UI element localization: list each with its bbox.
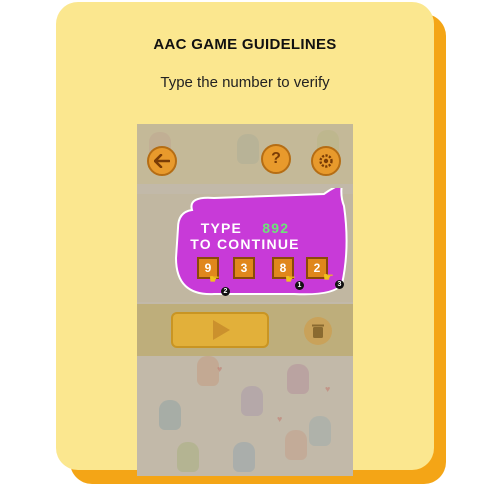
- dim-overlay: [137, 124, 353, 476]
- card-title: AAC GAME GUIDELINES: [153, 36, 337, 53]
- game-screenshot: ♥ ♥ ♥ ? TYPE 892 TO CONTINUE 9 3 8 2 ☛ 2: [137, 124, 353, 476]
- key-3[interactable]: 3: [233, 257, 255, 279]
- card-subtitle: Type the number to verify: [160, 74, 330, 91]
- hand-pointer-icon: ☛: [323, 270, 334, 284]
- step-badge: 1: [295, 281, 304, 290]
- trash-button[interactable]: [304, 317, 332, 345]
- settings-button[interactable]: [311, 146, 341, 176]
- prompt-type-word: TYPE: [200, 220, 243, 236]
- play-icon: [213, 320, 230, 340]
- prompt-line-1: TYPE 892: [137, 220, 353, 236]
- play-button[interactable]: [171, 312, 269, 348]
- step-badge: 2: [221, 287, 230, 296]
- back-button[interactable]: [147, 146, 177, 176]
- question-mark-icon: ?: [271, 150, 281, 167]
- step-badge: 3: [335, 280, 344, 289]
- gear-icon: [319, 154, 333, 168]
- help-button[interactable]: ?: [261, 144, 291, 174]
- trash-icon: [312, 324, 324, 338]
- hand-pointer-icon: ☛: [209, 272, 220, 286]
- prompt-line-2: TO CONTINUE: [190, 236, 300, 252]
- arrow-left-icon: [154, 154, 170, 168]
- verification-code: 892: [262, 220, 290, 236]
